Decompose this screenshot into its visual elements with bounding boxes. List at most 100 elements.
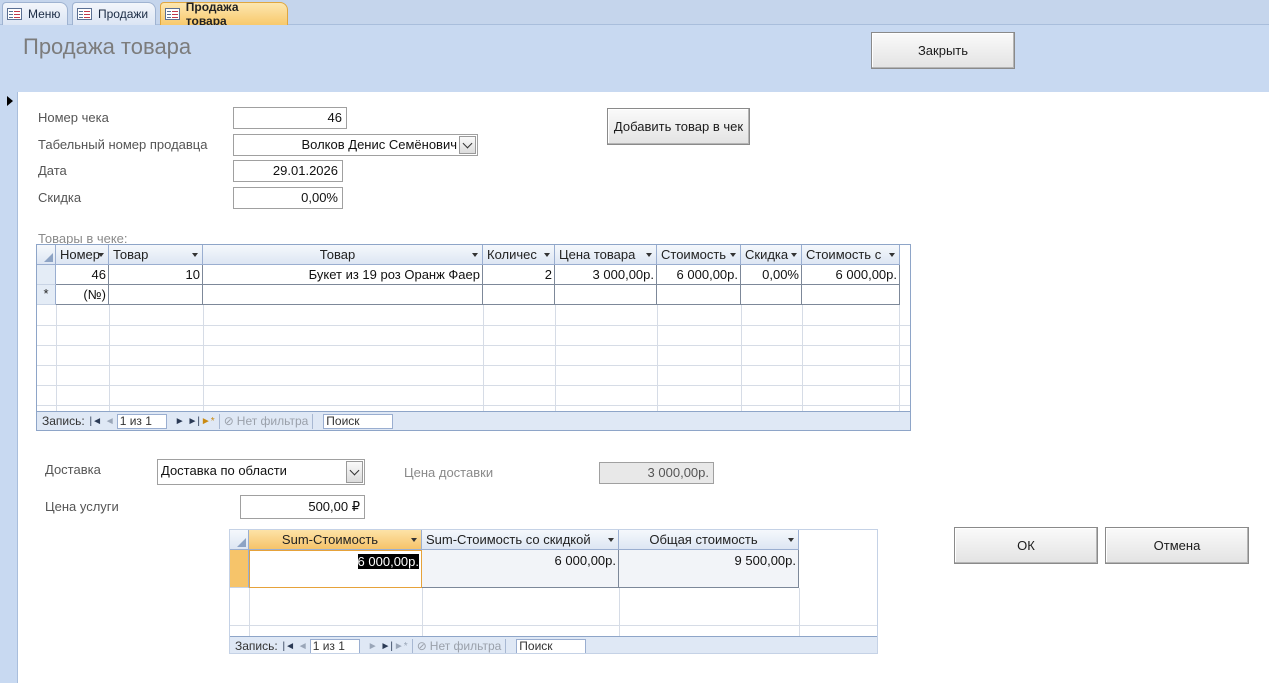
filter-indicator[interactable]: ⊘ Нет фильтра bbox=[417, 639, 502, 653]
delivery-label: Доставка bbox=[45, 462, 101, 477]
grid-line bbox=[37, 345, 910, 346]
table-cell[interactable]: 6 000,00р. bbox=[802, 265, 900, 285]
form-icon bbox=[7, 8, 22, 20]
table-cell[interactable] bbox=[555, 285, 657, 305]
table-cell[interactable] bbox=[109, 285, 203, 305]
search-input[interactable]: Поиск bbox=[323, 413, 394, 429]
table-cell[interactable] bbox=[657, 285, 741, 305]
column-header-sum-discounted[interactable]: Sum-Стоимость со скидкой bbox=[422, 530, 619, 550]
seller-dropdown-button[interactable] bbox=[459, 136, 476, 154]
delivery-price-field: 3 000,00р. bbox=[599, 462, 714, 484]
previous-record-icon[interactable]: ◄ bbox=[296, 641, 310, 652]
cancel-button[interactable]: Отмена bbox=[1105, 527, 1249, 564]
table-cell[interactable]: 3 000,00р. bbox=[555, 265, 657, 285]
sort-arrow-icon bbox=[646, 253, 652, 257]
new-record-icon[interactable]: ►* bbox=[394, 641, 408, 652]
sort-arrow-icon bbox=[788, 538, 794, 542]
table-cell[interactable]: 6 000,00р. bbox=[657, 265, 741, 285]
column-header-total-cost[interactable]: Общая стоимость bbox=[619, 530, 799, 550]
table-cell[interactable]: Букет из 19 роз Оранж Фаер bbox=[203, 265, 483, 285]
table-cell[interactable] bbox=[802, 285, 900, 305]
new-record-placeholder[interactable]: (№) bbox=[56, 285, 109, 305]
record-position-field[interactable]: 1 из 1 bbox=[116, 413, 167, 429]
grid-line bbox=[802, 305, 803, 413]
first-record-icon[interactable]: |◄ bbox=[89, 416, 103, 427]
row-selector[interactable] bbox=[230, 550, 249, 588]
table-cell[interactable] bbox=[483, 285, 555, 305]
record-position-field[interactable]: 1 из 1 bbox=[309, 638, 360, 653]
form-icon bbox=[77, 8, 92, 20]
receipt-number-field[interactable]: 46 bbox=[233, 107, 347, 129]
table-cell[interactable]: 6 000,00р. bbox=[422, 550, 619, 588]
nav-separator bbox=[411, 638, 413, 653]
add-item-button[interactable]: Добавить товар в чек bbox=[607, 108, 750, 145]
record-label: Запись: bbox=[235, 639, 278, 653]
service-price-field[interactable]: 500,00 ₽ bbox=[240, 495, 365, 519]
table-cell[interactable]: 6 000,00р. bbox=[249, 550, 422, 588]
first-record-icon[interactable]: |◄ bbox=[282, 641, 296, 652]
sort-arrow-icon bbox=[791, 253, 797, 257]
select-all-corner[interactable] bbox=[37, 245, 56, 265]
chevron-down-icon bbox=[462, 138, 473, 148]
date-field[interactable]: 29.01.2026 bbox=[233, 160, 343, 182]
delivery-combo[interactable]: Доставка по области bbox=[157, 459, 365, 485]
column-header-price[interactable]: Цена товара bbox=[555, 245, 657, 265]
record-selector-bar[interactable] bbox=[0, 92, 18, 683]
next-record-icon[interactable]: ► bbox=[366, 641, 380, 652]
table-cell[interactable]: 2 bbox=[483, 265, 555, 285]
selected-value: 6 000,00р. bbox=[357, 554, 419, 569]
grid-line bbox=[741, 305, 742, 413]
tab-product-sale[interactable]: Продажа товара bbox=[160, 0, 288, 28]
sort-arrow-icon bbox=[98, 253, 104, 257]
filter-indicator[interactable]: ⊘ Нет фильтра bbox=[224, 414, 309, 428]
grid-line bbox=[799, 588, 800, 638]
column-header-product-name[interactable]: Товар bbox=[203, 245, 483, 265]
grid-line bbox=[249, 588, 250, 638]
column-header-quantity[interactable]: Количес bbox=[483, 245, 555, 265]
discount-field[interactable]: 0,00% bbox=[233, 187, 343, 209]
current-record-arrow-icon bbox=[7, 96, 13, 106]
chevron-down-icon bbox=[349, 465, 360, 475]
row-selector[interactable] bbox=[37, 265, 56, 285]
table-cell[interactable] bbox=[203, 285, 483, 305]
summary-datasheet[interactable]: Sum-Стоимость Sum-Стоимость со скидкой О… bbox=[229, 529, 878, 654]
table-cell[interactable]: 46 bbox=[56, 265, 109, 285]
column-header-discount[interactable]: Скидка bbox=[741, 245, 802, 265]
nav-separator bbox=[505, 638, 507, 653]
column-header-number[interactable]: Номер bbox=[56, 245, 109, 265]
filter-label: Нет фильтра bbox=[429, 639, 502, 653]
seller-combo[interactable]: Волков Денис Семёнович bbox=[233, 134, 478, 156]
previous-record-icon[interactable]: ◄ bbox=[103, 416, 117, 427]
tab-sales-label: Продажи bbox=[98, 7, 149, 21]
table-cell[interactable] bbox=[741, 285, 802, 305]
table-cell[interactable]: 10 bbox=[109, 265, 203, 285]
sort-arrow-icon bbox=[472, 253, 478, 257]
table-cell[interactable]: 9 500,00р. bbox=[619, 550, 799, 588]
column-header-product-id[interactable]: Товар bbox=[109, 245, 203, 265]
column-header-cost[interactable]: Стоимость bbox=[657, 245, 741, 265]
last-record-icon[interactable]: ►| bbox=[380, 641, 394, 652]
last-record-icon[interactable]: ►| bbox=[187, 416, 201, 427]
grid-line bbox=[37, 385, 910, 386]
receipt-number-label: Номер чека bbox=[38, 110, 109, 125]
next-record-icon[interactable]: ► bbox=[173, 416, 187, 427]
select-all-corner[interactable] bbox=[230, 530, 249, 550]
close-button[interactable]: Закрыть bbox=[871, 32, 1015, 69]
tab-menu[interactable]: Меню bbox=[2, 2, 68, 25]
ok-button[interactable]: ОК bbox=[954, 527, 1098, 564]
record-navigation-bar: Запись: |◄ ◄ 1 из 1 ► ►| ►* ⊘ Нет фильтра… bbox=[37, 411, 910, 430]
search-input[interactable]: Поиск bbox=[516, 638, 587, 653]
sort-arrow-icon bbox=[889, 253, 895, 257]
delivery-dropdown-button[interactable] bbox=[346, 461, 363, 483]
column-header-discounted-cost[interactable]: Стоимость с bbox=[802, 245, 900, 265]
items-datasheet[interactable]: Номер Товар Товар Количес Цена товара Ст… bbox=[36, 244, 911, 431]
grid-line bbox=[230, 625, 877, 626]
date-label: Дата bbox=[38, 163, 67, 178]
column-header-sum-cost[interactable]: Sum-Стоимость bbox=[249, 530, 422, 550]
grid-line bbox=[899, 305, 900, 413]
new-record-marker[interactable]: * bbox=[37, 285, 56, 305]
tab-sales[interactable]: Продажи bbox=[72, 2, 156, 25]
table-cell[interactable]: 0,00% bbox=[741, 265, 802, 285]
grid-line bbox=[109, 305, 110, 413]
new-record-icon[interactable]: ►* bbox=[201, 416, 215, 427]
